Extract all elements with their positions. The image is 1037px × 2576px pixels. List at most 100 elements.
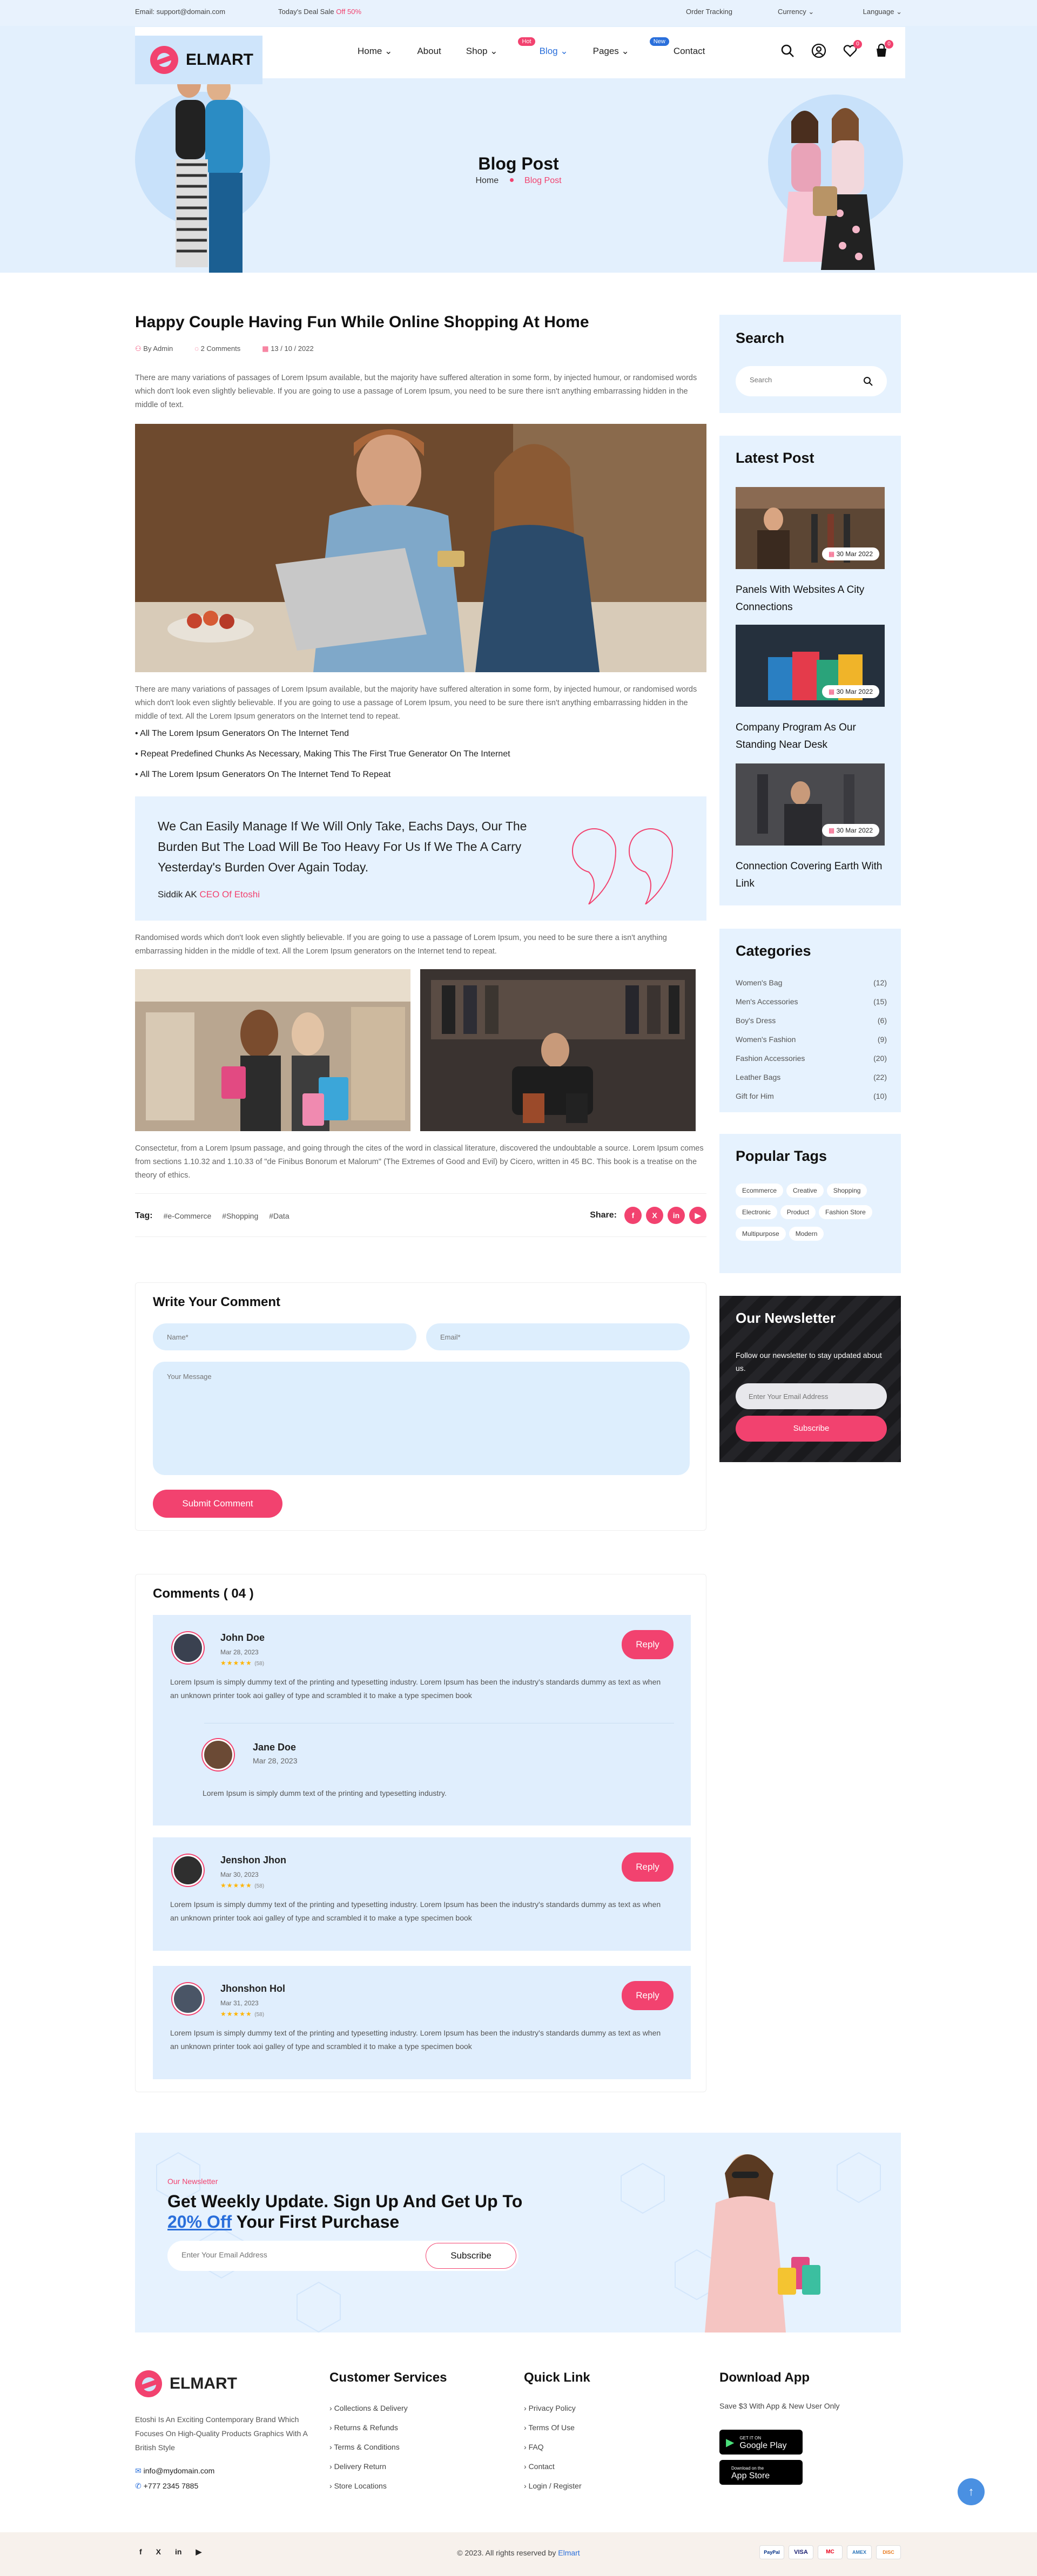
latest-post-item[interactable]: ▦ 30 Mar 2022 Panels With Websites A Cit… xyxy=(736,487,885,616)
footer-link[interactable]: › Store Locations xyxy=(329,2482,408,2501)
category-item[interactable]: Boy's Dress (6) xyxy=(736,1016,887,1035)
latest-post-item[interactable]: ▦ 30 Mar 2022 Company Program As Our Sta… xyxy=(736,625,885,754)
popular-tag[interactable]: Multipurpose xyxy=(736,1227,786,1241)
youtube-icon[interactable]: ▶ xyxy=(689,1207,706,1224)
footer-logo[interactable]: ELMART xyxy=(135,2370,237,2397)
latest-post-date-text: 30 Mar 2022 xyxy=(836,550,873,558)
newsletter-email-input[interactable] xyxy=(736,1383,887,1409)
latest-post-title[interactable]: Panels With Websites A City Connections xyxy=(736,582,885,616)
wishlist-button[interactable]: 0 xyxy=(843,40,862,58)
language-select[interactable]: Language ⌄ xyxy=(863,8,902,16)
sidebar-search-input[interactable] xyxy=(750,376,858,384)
nav-contact[interactable]: Contact xyxy=(674,46,705,57)
cart-button[interactable]: 0 xyxy=(874,40,893,58)
popular-tag[interactable]: Product xyxy=(780,1205,816,1219)
reply-button[interactable]: Reply xyxy=(622,1852,674,1882)
copyright-brand[interactable]: Elmart xyxy=(558,2548,580,2557)
logo-mark-icon xyxy=(150,46,178,74)
chevron-down-icon: ⌄ xyxy=(896,8,902,16)
latest-post-date-text: 30 Mar 2022 xyxy=(836,827,873,834)
language-label: Language xyxy=(863,8,894,16)
x-twitter-icon[interactable]: X xyxy=(646,1207,663,1224)
nav-about[interactable]: About xyxy=(417,46,441,57)
linkedin-icon[interactable]: in xyxy=(668,1207,685,1224)
category-item[interactable]: Gift for Him (10) xyxy=(736,1092,887,1111)
nav-pages[interactable]: Pages ⌄ New xyxy=(593,37,669,57)
category-item[interactable]: Leather Bags (22) xyxy=(736,1073,887,1092)
tag-link[interactable]: #e-Commerce xyxy=(164,1212,212,1220)
facebook-icon[interactable]: f xyxy=(624,1207,642,1224)
comment-text: Lorem Ipsum is simply dumm text of the p… xyxy=(203,1789,447,1797)
banner-title-line2: Your First Purchase xyxy=(236,2212,400,2232)
post-intro-paragraph: There are many variations of passages of… xyxy=(135,374,697,409)
footer-link[interactable]: › Terms Of Use xyxy=(524,2423,582,2443)
post-meta: ⚇ By Admin ◌ 2 Comments ▦ 13 / 10 / 2022 xyxy=(135,344,314,353)
breadcrumb-home[interactable]: Home xyxy=(475,176,499,185)
hero-right-women-image xyxy=(783,108,875,270)
nav-blog[interactable]: Blog ⌄ xyxy=(540,46,568,57)
user-icon[interactable] xyxy=(811,43,826,58)
chevron-down-icon: ⌄ xyxy=(490,46,498,56)
popular-tag[interactable]: Modern xyxy=(789,1227,824,1241)
post-comments-count[interactable]: ◌ 2 Comments xyxy=(194,344,240,353)
banner-subscribe-button[interactable]: Subscribe xyxy=(426,2243,516,2269)
post-paragraph-3: Randomised words which don't look even s… xyxy=(135,934,667,956)
footer-link[interactable]: › Terms & Conditions xyxy=(329,2443,408,2462)
popular-tag[interactable]: Electronic xyxy=(736,1205,777,1219)
email-field[interactable] xyxy=(426,1323,690,1350)
scroll-to-top-button[interactable]: ↑ xyxy=(958,2478,985,2505)
footer-phone[interactable]: ✆ +777 2345 7885 xyxy=(135,2482,198,2491)
footer-link[interactable]: › Privacy Policy xyxy=(524,2404,582,2423)
newsletter-subscribe-button[interactable]: Subscribe xyxy=(736,1416,887,1442)
quick-link-list: › Privacy Policy › Terms Of Use › FAQ › … xyxy=(524,2404,582,2501)
google-play-badge[interactable]: ▶ GET IT ON Google Play xyxy=(719,2430,803,2455)
footer-link[interactable]: › Collections & Delivery xyxy=(329,2404,408,2423)
site-logo[interactable]: ELMART xyxy=(135,36,262,84)
category-item[interactable]: Men's Accessories (15) xyxy=(736,997,887,1016)
banner-email-input[interactable] xyxy=(181,2250,408,2259)
reply-button[interactable]: Reply xyxy=(622,1630,674,1659)
reply-button[interactable]: Reply xyxy=(622,1981,674,2010)
footer-link[interactable]: › FAQ xyxy=(524,2443,582,2462)
avatar xyxy=(203,1739,234,1770)
sidebar-newsletter: Our Newsletter Follow our newsletter to … xyxy=(719,1296,901,1462)
category-item[interactable]: Women's Fashion (9) xyxy=(736,1035,887,1054)
category-item[interactable]: Women's Bag (12) xyxy=(736,978,887,997)
latest-post-title[interactable]: Connection Covering Earth With Link xyxy=(736,858,885,893)
search-icon[interactable] xyxy=(780,43,795,58)
latest-post-date: ▦ 30 Mar 2022 xyxy=(821,547,879,560)
popular-tag[interactable]: Shopping xyxy=(826,1184,867,1198)
category-name: Fashion Accessories xyxy=(736,1054,805,1063)
popular-tag[interactable]: Creative xyxy=(786,1184,824,1198)
banner-email-box: Subscribe xyxy=(167,2241,518,2271)
main-header: ELMART Home ⌄ About Shop ⌄ Hot Blog ⌄ Pag… xyxy=(135,27,905,84)
popular-tag[interactable]: Fashion Store xyxy=(819,1205,872,1219)
nav-shop[interactable]: Shop ⌄ Hot xyxy=(466,37,535,57)
app-store-badge[interactable]: Download on the App Store xyxy=(719,2460,803,2485)
customer-services-list: › Collections & Delivery › Returns & Ref… xyxy=(329,2404,408,2501)
footer-link[interactable]: › Login / Register xyxy=(524,2482,582,2501)
footer-link[interactable]: › Delivery Return xyxy=(329,2462,408,2482)
category-item[interactable]: Fashion Accessories (20) xyxy=(736,1054,887,1073)
star-icons: ★★★★★ xyxy=(220,1659,252,1667)
order-tracking-link[interactable]: Order Tracking xyxy=(686,8,732,16)
bullet-item: • All The Lorem Ipsum Generators On The … xyxy=(135,729,349,738)
footer-link[interactable]: › Contact xyxy=(524,2462,582,2482)
latest-post-item[interactable]: ▦ 30 Mar 2022 Connection Covering Earth … xyxy=(736,763,885,893)
latest-post-title[interactable]: Company Program As Our Standing Near Des… xyxy=(736,719,885,754)
search-icon[interactable] xyxy=(863,376,873,386)
category-name: Men's Accessories xyxy=(736,997,798,1006)
footer-link[interactable]: › Returns & Refunds xyxy=(329,2423,408,2443)
post-author[interactable]: ⚇ By Admin xyxy=(135,344,173,353)
submit-comment-button[interactable]: Submit Comment xyxy=(153,1490,282,1518)
currency-select[interactable]: Currency ⌄ xyxy=(778,8,814,16)
message-field[interactable] xyxy=(153,1362,690,1475)
bullet-text: All The Lorem Ipsum Generators On The In… xyxy=(140,729,349,738)
tag-link[interactable]: #Data xyxy=(269,1212,289,1220)
tag-link[interactable]: #Shopping xyxy=(222,1212,258,1220)
popular-tag[interactable]: Ecommerce xyxy=(736,1184,784,1198)
footer-email[interactable]: ✉ info@mydomain.com xyxy=(135,2466,214,2476)
nav-home[interactable]: Home ⌄ xyxy=(358,46,392,57)
name-field[interactable] xyxy=(153,1323,416,1350)
quote-text: We Can Easily Manage If We Will Only Tak… xyxy=(158,819,527,874)
